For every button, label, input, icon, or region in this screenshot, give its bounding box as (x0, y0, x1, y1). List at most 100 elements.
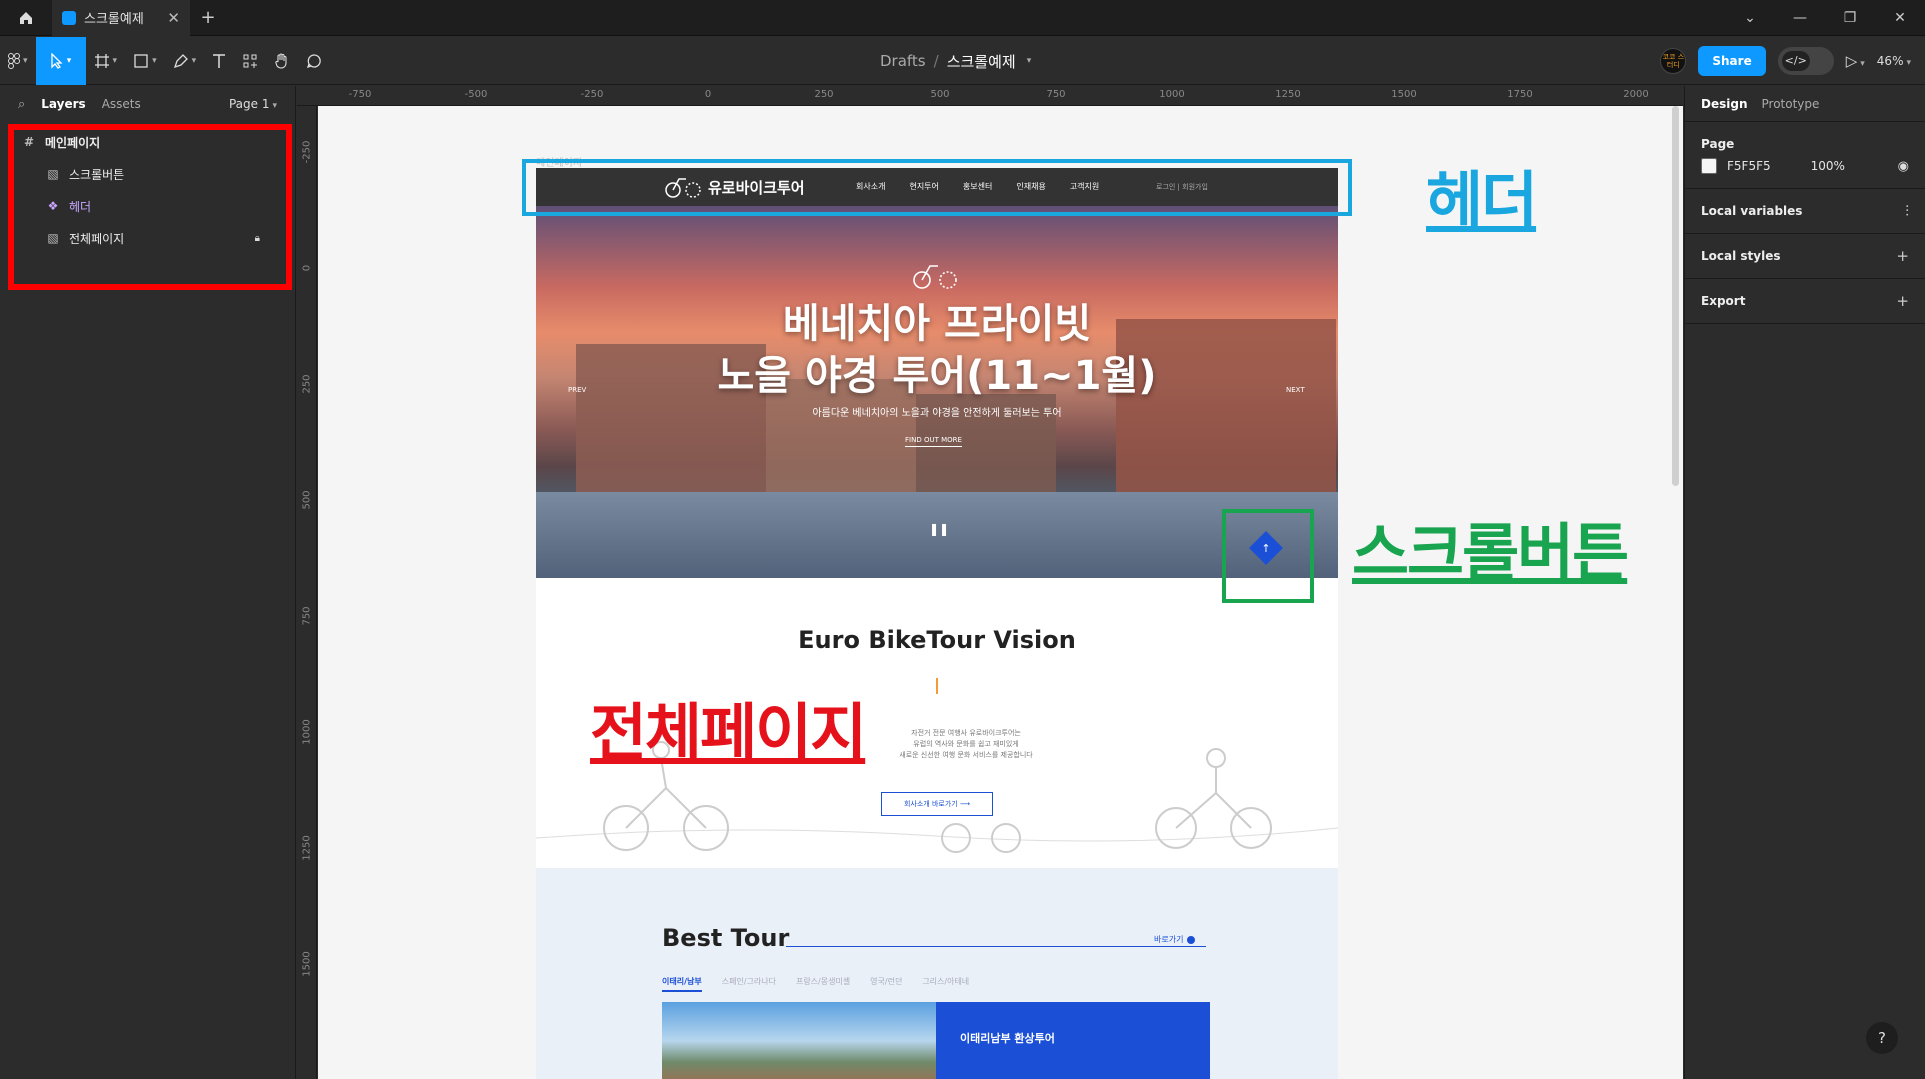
image-icon: ▧ (47, 167, 59, 181)
canvas[interactable]: 메인페이지 유로바이크투어 회사소개 현지투어 홍보센터 인재채용 고객지원 로… (318, 106, 1683, 1079)
layer-main-page[interactable]: # 메인페이지 (0, 126, 296, 158)
search-icon[interactable]: ⌕ (18, 97, 25, 112)
pen-icon (173, 53, 188, 68)
avatar[interactable]: 코코 스터디 (1660, 47, 1687, 74)
bike-logo-icon (665, 178, 701, 198)
file-name[interactable]: 스크롤예제 (947, 51, 1016, 72)
eye-icon[interactable]: ◉ (1898, 159, 1909, 174)
chevron-down-icon: ▾ (112, 55, 118, 66)
ruler-tick: 500 (930, 89, 950, 100)
tab-layers[interactable]: Layers (41, 97, 85, 111)
plus-icon[interactable]: + (1896, 292, 1909, 310)
export-section[interactable]: Export + (1685, 279, 1925, 324)
tab-design[interactable]: Design (1701, 97, 1748, 111)
window-close-icon[interactable]: ✕ (1875, 0, 1925, 36)
site-header: 유로바이크투어 회사소개 현지투어 홍보센터 인재채용 고객지원 로그인 | 회… (536, 168, 1338, 206)
breadcrumb: Drafts / 스크롤예제 ▾ (880, 37, 1031, 85)
comment-tool[interactable] (298, 37, 330, 85)
chevron-down-icon[interactable]: ▾ (1027, 56, 1032, 66)
shape-tool[interactable]: ▾ (125, 37, 165, 85)
hand-icon (275, 52, 287, 69)
best-tour-tab: 이태리/남부 (662, 976, 702, 992)
close-icon[interactable]: ✕ (167, 9, 180, 27)
minimize-icon[interactable]: — (1775, 0, 1825, 36)
figma-logo-icon (8, 52, 20, 69)
chevron-down-icon: ▾ (272, 101, 277, 111)
chevron-down-icon: ▾ (152, 55, 157, 66)
site-login: 로그인 | 회원가입 (1156, 183, 1208, 191)
zoom-value: 46% (1876, 53, 1904, 68)
toolbar-right: 코코 스터디 Share </> ▷ ▾ 46% ▾ (1660, 45, 1925, 76)
hero-subtitle: 아름다운 베네치아의 노을과 야경을 안전하게 둘러보는 투어 (812, 408, 1062, 419)
frame-label[interactable]: 메인페이지 (536, 154, 582, 169)
layer-scroll-button[interactable]: ▧ 스크롤버튼 (0, 158, 296, 190)
page-selector[interactable]: Page 1 ▾ (229, 97, 277, 111)
ruler-tick: 750 (301, 606, 313, 626)
website-mockup[interactable]: 유로바이크투어 회사소개 현지투어 홍보센터 인재채용 고객지원 로그인 | 회… (536, 168, 1338, 1079)
color-swatch[interactable] (1701, 158, 1717, 174)
page-color-row[interactable]: F5F5F5 100% ◉ (1701, 158, 1909, 188)
main-menu-button[interactable]: ▾ (0, 37, 36, 85)
tab-assets[interactable]: Assets (102, 97, 141, 111)
layer-label: 헤더 (69, 199, 92, 214)
bike-icon (913, 265, 957, 289)
breadcrumb-drafts[interactable]: Drafts (880, 52, 926, 70)
layer-header[interactable]: ❖ 헤더 (0, 190, 296, 222)
layer-full-page[interactable]: ▧ 전체페이지 🔒︎ (0, 222, 296, 254)
new-tab-button[interactable]: + (190, 7, 226, 28)
frame-tool[interactable]: ▾ (86, 37, 126, 85)
restore-icon[interactable]: ❐ (1825, 0, 1875, 36)
layers-panel: ⌕ Layers Assets Page 1 ▾ # 메인페이지 ▧ 스크롤버튼 … (0, 86, 296, 1079)
canvas-scrollbar[interactable] (1672, 106, 1679, 486)
site-nav-item: 인재채용 (1016, 182, 1046, 191)
resources-icon (243, 54, 258, 68)
help-button[interactable]: ? (1866, 1022, 1898, 1054)
ruler-tick: 1000 (1159, 89, 1185, 100)
resources-tool[interactable] (234, 37, 266, 85)
chevron-down-icon: ▾ (191, 55, 197, 66)
layer-list: # 메인페이지 ▧ 스크롤버튼 ❖ 헤더 ▧ 전체페이지 🔒︎ (0, 126, 296, 254)
cursor-icon (51, 52, 63, 69)
local-styles-section[interactable]: Local styles + (1685, 234, 1925, 279)
site-logo: 유로바이크투어 (664, 176, 805, 198)
ruler-tick: 1750 (1507, 89, 1533, 100)
local-variables-section[interactable]: Local variables ⫶ (1685, 189, 1925, 234)
dev-mode-toggle[interactable]: </> (1777, 46, 1834, 75)
move-tool[interactable]: ▾ (35, 36, 86, 85)
page-opacity[interactable]: 100% (1811, 159, 1845, 173)
chevron-down-icon[interactable]: ⌄ (1725, 0, 1775, 36)
home-button[interactable] (0, 0, 52, 36)
file-tab[interactable]: 스크롤예제 ✕ (52, 0, 190, 36)
export-label: Export (1701, 294, 1746, 308)
page-section: Page F5F5F5 100% ◉ (1685, 122, 1925, 189)
rectangle-icon (134, 53, 148, 68)
chevron-down-icon: ▾ (66, 55, 72, 66)
home-icon (20, 11, 32, 24)
ruler-tick: 1250 (301, 835, 313, 861)
plus-icon[interactable]: + (1896, 247, 1909, 265)
tab-prototype[interactable]: Prototype (1762, 97, 1820, 111)
site-logo-text: 유로바이크투어 (708, 178, 805, 197)
hero-find-out-more: FIND OUT MORE (905, 436, 962, 447)
hero-title-line: 노을 야경 투어(11~1월) (717, 353, 1157, 399)
vision-text-line: 유럽의 역사와 문화를 쉽고 재미있게 (913, 740, 1019, 748)
lock-icon[interactable]: 🔒︎ (255, 233, 260, 244)
tab-title: 스크롤예제 (84, 12, 144, 27)
text-tool[interactable] (204, 37, 234, 85)
full-page-annotation-label: 전체페이지 (590, 696, 867, 769)
best-tour-tab: 스페인/그라나다 (721, 977, 776, 986)
play-icon[interactable]: ▷ ▾ (1846, 52, 1865, 70)
arrow-up-icon: ↑ (1261, 541, 1271, 555)
sliders-icon[interactable]: ⫶ (1905, 202, 1909, 220)
layer-label: 메인페이지 (45, 135, 101, 150)
zoom-level[interactable]: 46% ▾ (1877, 54, 1911, 68)
best-tour-title: Best Tour (662, 924, 790, 952)
vision-accent-bar (936, 678, 938, 694)
pen-tool[interactable]: ▾ (165, 37, 205, 85)
share-button[interactable]: Share (1698, 45, 1766, 76)
page-color-hex[interactable]: F5F5F5 (1727, 159, 1771, 173)
breadcrumb-separator: / (933, 52, 939, 70)
ruler-tick: -250 (301, 140, 313, 164)
hand-tool[interactable] (266, 37, 298, 85)
properties-panel: Design Prototype Page F5F5F5 100% ◉ Loca… (1684, 86, 1925, 1079)
